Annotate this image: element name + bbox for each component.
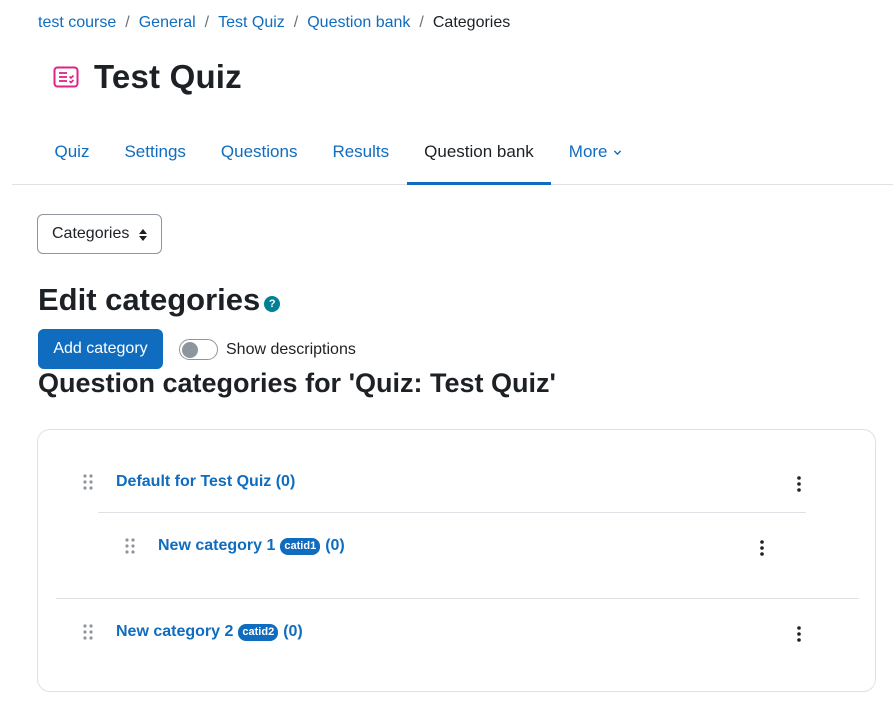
category-link[interactable]: New category 1 catid1 (0) [158, 537, 345, 555]
tab-quiz[interactable]: Quiz [37, 120, 107, 184]
divider [56, 598, 859, 599]
category-name: New category 2 [116, 623, 234, 640]
show-descriptions-toggle-group: Show descriptions [179, 339, 356, 360]
tab-more-label: More [568, 142, 608, 161]
edit-categories-title: Edit categories [38, 282, 261, 317]
breadcrumb: test course / General / Test Quiz / Ques… [38, 14, 510, 32]
edit-categories-heading: Edit categories ? [38, 282, 281, 318]
category-link[interactable]: Default for Test Quiz (0) [116, 473, 295, 491]
tab-settings[interactable]: Settings [107, 120, 203, 184]
breadcrumb-link-section[interactable]: General [139, 14, 196, 32]
divider [98, 512, 806, 513]
breadcrumb-separator: / [125, 14, 130, 31]
category-count: (0) [275, 473, 296, 490]
category-count: (0) [325, 537, 345, 554]
show-descriptions-toggle[interactable] [179, 339, 218, 360]
tab-questions[interactable]: Questions [203, 120, 315, 184]
category-link[interactable]: New category 2 catid2 (0) [116, 623, 303, 641]
category-item: New category 1 catid1 (0) [125, 537, 345, 555]
category-name: Default for Test Quiz [116, 473, 272, 490]
add-category-button[interactable]: Add category [38, 329, 163, 369]
idnumber-badge: catid2 [238, 623, 279, 641]
breadcrumb-separator: / [293, 14, 299, 31]
breadcrumb-link-quiz[interactable]: Test Quiz [218, 14, 285, 32]
category-list: Default for Test Quiz (0) New category 1… [37, 429, 876, 692]
category-item: New category 2 catid2 (0) [83, 623, 303, 641]
help-icon[interactable]: ? [264, 296, 281, 312]
drag-handle-icon[interactable] [83, 474, 93, 490]
chevron-down-icon [613, 149, 621, 155]
kebab-menu-icon[interactable] [760, 540, 764, 556]
category-name: New category 1 [158, 537, 276, 554]
page-title: Test Quiz [94, 58, 242, 95]
question-categories-heading: Question categories for 'Quiz: Test Quiz… [38, 368, 556, 398]
page-header: Test Quiz [52, 58, 242, 96]
category-count: (0) [283, 623, 303, 640]
breadcrumb-separator: / [419, 14, 424, 31]
show-descriptions-label: Show descriptions [226, 340, 356, 358]
secondary-navigation: Quiz Settings Questions Results Question… [12, 120, 893, 185]
breadcrumb-separator: / [204, 14, 210, 31]
idnumber-badge: catid1 [280, 537, 321, 555]
kebab-menu-icon[interactable] [797, 476, 801, 492]
tab-results[interactable]: Results [315, 120, 407, 184]
drag-handle-icon[interactable] [83, 624, 93, 640]
drag-handle-icon[interactable] [125, 538, 135, 554]
sort-updown-icon [139, 229, 147, 241]
category-item: Default for Test Quiz (0) [83, 473, 295, 491]
quiz-icon [53, 66, 79, 88]
breadcrumb-current: Categories [432, 14, 511, 31]
page-selector-dropdown[interactable]: Categories [37, 214, 162, 254]
toggle-knob [182, 341, 198, 358]
kebab-menu-icon[interactable] [797, 626, 801, 642]
page-selector-label: Categories [52, 225, 130, 242]
tab-question-bank[interactable]: Question bank [406, 120, 552, 185]
breadcrumb-link-question-bank[interactable]: Question bank [307, 14, 410, 32]
tab-more[interactable]: More [551, 120, 639, 184]
breadcrumb-link-course[interactable]: test course [38, 14, 116, 32]
